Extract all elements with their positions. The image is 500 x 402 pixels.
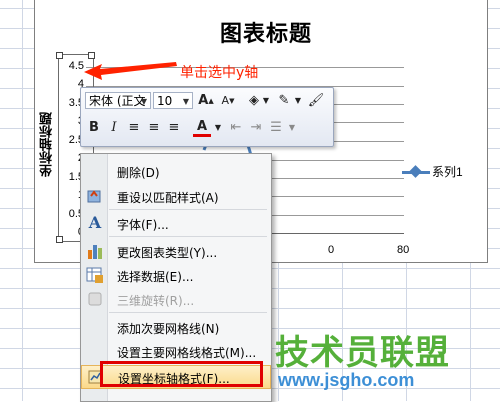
select-data-icon xyxy=(86,266,104,284)
menu-item-label: 更改图表类型(Y)... xyxy=(117,246,218,260)
chart-title[interactable]: 图表标题 xyxy=(220,16,312,48)
menu-item-add-minor-gridlines[interactable]: 添加次要网格线(N) xyxy=(81,316,271,338)
menu-item-label: 三维旋转(R)... xyxy=(117,294,195,308)
italic-button[interactable]: I xyxy=(105,119,123,137)
chevron-down-icon[interactable]: ▼ xyxy=(289,92,307,110)
chevron-down-icon[interactable]: ▼ xyxy=(139,93,149,108)
bold-button[interactable]: B xyxy=(85,119,103,137)
menu-item-format-major-gridlines[interactable]: 设置主要网格线格式(M)... xyxy=(81,340,271,362)
menu-item-label: 添加次要网格线(N) xyxy=(117,322,220,336)
chevron-down-icon[interactable]: ▼ xyxy=(257,92,275,110)
3d-rotation-icon xyxy=(86,290,104,308)
menu-separator xyxy=(109,312,267,313)
mini-toolbar: 宋体 (正文 ▼ 10 ▼ A▲ A▼ ◈ ▼ ✎ ▼ 🖌 B I ≡ ≡ ≡ … xyxy=(80,87,334,147)
decrease-indent-icon: ⇤ xyxy=(230,120,242,135)
format-painter-icon[interactable]: 🖌 xyxy=(307,92,325,110)
align-left-icon[interactable]: ≡ xyxy=(145,119,163,137)
menu-separator xyxy=(109,209,267,210)
selection-handle[interactable] xyxy=(56,236,63,243)
legend-label: 系列1 xyxy=(432,165,463,179)
menu-item-reset-style[interactable]: 重设以匹配样式(A) xyxy=(81,185,271,207)
menu-item-label: 字体(F)... xyxy=(117,218,169,232)
legend[interactable]: 系列1 xyxy=(402,163,463,180)
align-right-icon[interactable]: ≡ xyxy=(165,119,183,137)
chevron-down-icon[interactable]: ▼ xyxy=(181,93,191,108)
menu-item-3d-rotation: 三维旋转(R)... xyxy=(81,288,271,310)
shrink-font-label: A xyxy=(221,94,230,107)
reset-style-icon xyxy=(86,187,104,205)
menu-separator xyxy=(109,236,267,237)
x-tick-label: 80 xyxy=(397,244,410,256)
menu-item-font[interactable]: A 字体(F)... xyxy=(81,212,271,234)
selection-handle[interactable] xyxy=(56,52,63,59)
annotation-text: 单击选中y轴 xyxy=(180,65,259,81)
y-axis-title[interactable]: 坐标轴标题 xyxy=(38,112,60,177)
font-icon: A xyxy=(88,213,102,232)
font-size-value: 10 xyxy=(157,94,173,108)
menu-item-label: 删除(D) xyxy=(117,166,160,180)
x-tick-label: 0 xyxy=(328,244,335,256)
chevron-down-icon: ▼ xyxy=(288,123,296,132)
highlight-box xyxy=(100,361,263,387)
watermark-url: www.jsgho.com xyxy=(278,370,415,390)
chart-type-icon xyxy=(86,242,104,260)
font-name-combo[interactable]: 宋体 (正文 ▼ xyxy=(85,92,151,109)
watermark-logo-text: 技术员联盟 xyxy=(275,333,450,373)
menu-item-label: 选择数据(E)... xyxy=(117,270,194,284)
menu-item-change-chart-type[interactable]: 更改图表类型(Y)... xyxy=(81,240,271,262)
shrink-font-button[interactable]: A▼ xyxy=(219,92,237,110)
align-center-icon[interactable]: ≡ xyxy=(125,119,143,137)
grow-font-button[interactable]: A▲ xyxy=(197,92,215,110)
menu-item-select-data[interactable]: 选择数据(E)... xyxy=(81,264,271,286)
font-name-value: 宋体 (正文 xyxy=(89,94,146,108)
font-size-combo[interactable]: 10 ▼ xyxy=(153,92,193,109)
menu-item-label: 设置主要网格线格式(M)... xyxy=(117,346,257,360)
menu-item-delete[interactable]: 删除(D) xyxy=(81,160,271,182)
increase-indent-icon: ⇥ xyxy=(250,120,262,135)
menu-item-label: 重设以匹配样式(A) xyxy=(117,191,219,205)
chevron-down-icon[interactable]: ▼ xyxy=(209,119,227,137)
annotation-arrow xyxy=(84,62,177,80)
grow-font-label: A xyxy=(198,93,209,108)
